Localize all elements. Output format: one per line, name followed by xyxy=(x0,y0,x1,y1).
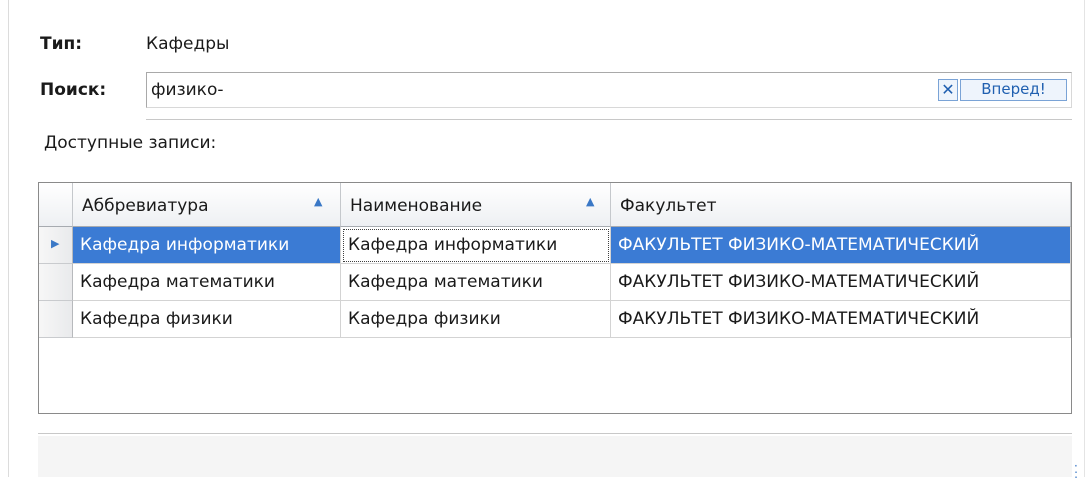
resize-grip-icon[interactable]: ·: xyxy=(1074,460,1078,480)
sort-ascending-icon: ▲ xyxy=(314,195,323,208)
grid-corner-header xyxy=(39,183,73,227)
table-cell-abbreviation[interactable]: Кафедра математики xyxy=(73,264,341,301)
records-grid[interactable]: Аббревиатура ▲ Наименование ▲ Факультет … xyxy=(38,182,1072,414)
next-button[interactable]: Вперед! xyxy=(960,79,1067,101)
table-cell-faculty[interactable]: ФАКУЛЬТЕТ ФИЗИКО-МАТЕМАТИЧЕСКИЙ xyxy=(611,264,1071,301)
row-header[interactable]: ▶ xyxy=(39,227,73,264)
row-pointer-icon: ▶ xyxy=(51,237,60,250)
column-header-label: Факультет xyxy=(620,196,717,216)
table-cell-name[interactable]: Кафедра информатики xyxy=(341,227,611,264)
search-label: Поиск: xyxy=(40,80,107,100)
clear-search-icon[interactable]: ✕ xyxy=(938,79,958,101)
search-input[interactable] xyxy=(151,79,911,101)
table-cell-abbreviation[interactable]: Кафедра физики xyxy=(73,301,341,338)
table-cell-faculty[interactable]: ФАКУЛЬТЕТ ФИЗИКО-МАТЕМАТИЧЕСКИЙ xyxy=(611,227,1071,264)
type-value: Кафедры xyxy=(146,34,230,54)
search-divider xyxy=(146,119,1072,121)
available-records-label: Доступные записи: xyxy=(44,133,217,153)
table-cell-name[interactable]: Кафедра физики xyxy=(341,301,611,338)
column-header-name[interactable]: Наименование ▲ xyxy=(341,183,611,227)
row-header[interactable] xyxy=(39,301,73,338)
table-cell-abbreviation[interactable]: Кафедра информатики xyxy=(73,227,341,264)
table-cell-name[interactable]: Кафедра математики xyxy=(341,264,611,301)
status-area xyxy=(38,436,1072,477)
column-header-label: Наименование xyxy=(350,196,483,216)
column-header-abbreviation[interactable]: Аббревиатура ▲ xyxy=(73,183,341,227)
table-cell-faculty[interactable]: ФАКУЛЬТЕТ ФИЗИКО-МАТЕМАТИЧЕСКИЙ xyxy=(611,301,1071,338)
panel-right-border xyxy=(1084,0,1085,477)
column-header-faculty[interactable]: Факультет xyxy=(611,183,1071,227)
search-field[interactable]: ✕ Вперед! xyxy=(146,72,1072,108)
bottom-divider xyxy=(38,433,1072,435)
panel-left-border xyxy=(8,0,9,477)
column-header-label: Аббревиатура xyxy=(82,196,209,216)
type-label: Тип: xyxy=(40,34,83,54)
sort-ascending-icon: ▲ xyxy=(586,195,595,208)
row-header[interactable] xyxy=(39,264,73,301)
